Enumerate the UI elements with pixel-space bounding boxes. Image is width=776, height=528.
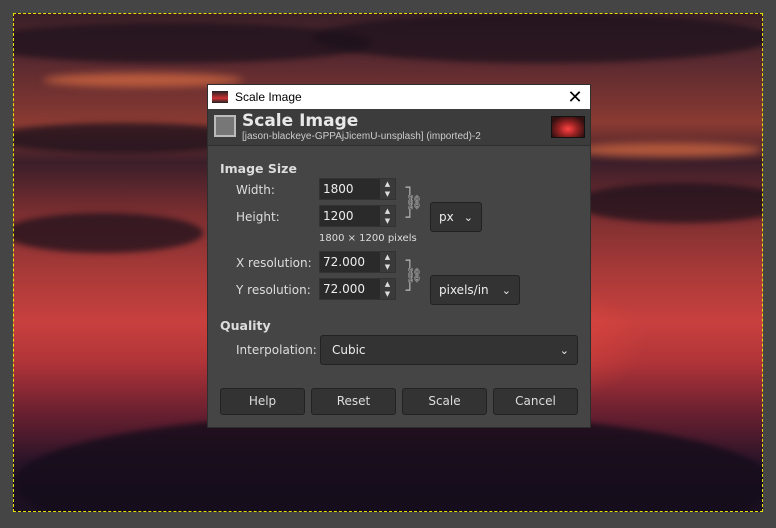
window-title: Scale Image [235,90,302,104]
app-icon [212,91,228,103]
width-spinner[interactable]: 1800 ▲ ▼ [319,178,396,200]
unit-value: px [439,210,454,224]
increment-icon[interactable]: ▲ [380,206,395,216]
resolution-unit-select[interactable]: pixels/in ⌄ [430,275,520,305]
width-label: Width: [236,183,275,197]
height-label: Height: [236,210,280,224]
reset-button[interactable]: Reset [311,388,396,415]
height-spinner[interactable]: 1200 ▲ ▼ [319,205,396,227]
interpolation-select[interactable]: Cubic ⌄ [320,335,578,365]
increment-icon[interactable]: ▲ [380,252,395,262]
xres-label: X resolution: [236,256,312,270]
decrement-icon[interactable]: ▼ [380,189,395,199]
decrement-icon[interactable]: ▼ [380,289,395,299]
height-input[interactable]: 1200 [320,206,380,226]
resolution-unit-value: pixels/in [439,283,489,297]
yres-input[interactable]: 72.000 [320,279,380,299]
size-info: 1800 × 1200 pixels [319,233,417,244]
chevron-down-icon: ⌄ [501,283,511,297]
increment-icon[interactable]: ▲ [380,179,395,189]
dialog-header: Scale Image [jason-blackeye-GPPAjJicemU-… [208,109,590,146]
cancel-button[interactable]: Cancel [493,388,578,415]
interpolation-label: Interpolation: [236,343,317,357]
yres-spinner[interactable]: 72.000 ▲ ▼ [319,278,396,300]
chain-link-icon[interactable]: ┐ ⛓ ┘ [405,181,423,226]
width-input[interactable]: 1800 [320,179,380,199]
decrement-icon[interactable]: ▼ [380,216,395,226]
xres-input[interactable]: 72.000 [320,252,380,272]
image-thumbnail [551,116,585,138]
xres-spinner[interactable]: 72.000 ▲ ▼ [319,251,396,273]
close-icon[interactable]: ✕ [560,87,590,108]
image-size-heading: Image Size [220,161,297,176]
chain-link-icon[interactable]: ┐ ⛓ ┘ [405,254,423,299]
yres-label: Y resolution: [236,283,311,297]
decrement-icon[interactable]: ▼ [380,262,395,272]
chevron-down-icon: ⌄ [463,210,473,224]
header-subtitle: [jason-blackeye-GPPAjJicemU-unsplash] (i… [242,131,481,142]
increment-icon[interactable]: ▲ [380,279,395,289]
chevron-down-icon: ⌄ [559,343,569,357]
scale-image-icon [214,115,236,137]
help-button[interactable]: Help [220,388,305,415]
interpolation-value: Cubic [332,343,366,357]
scale-image-dialog: Scale Image ✕ Scale Image [jason-blackey… [207,84,591,428]
unit-select[interactable]: px ⌄ [430,202,482,232]
quality-heading: Quality [220,318,271,333]
header-title: Scale Image [242,111,359,131]
scale-button[interactable]: Scale [402,388,487,415]
dialog-titlebar[interactable]: Scale Image ✕ [208,85,590,109]
